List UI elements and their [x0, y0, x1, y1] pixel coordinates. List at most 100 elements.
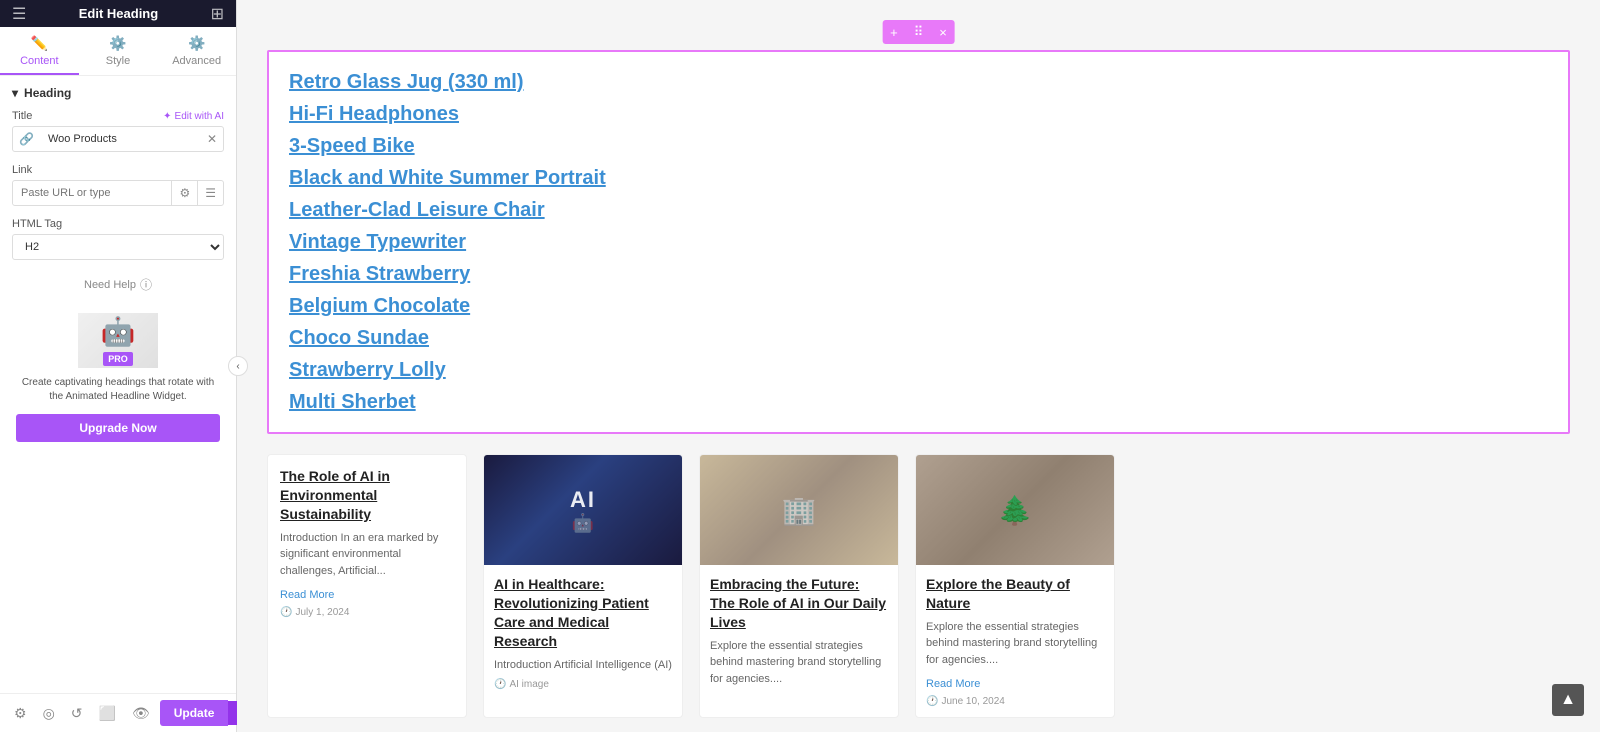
html-tag-label: HTML Tag: [12, 218, 224, 230]
tab-advanced-label: Advanced: [172, 55, 221, 67]
blog-card-2-excerpt: Explore the essential strategies behind …: [710, 638, 888, 688]
heading-link-1[interactable]: Hi-Fi Headphones: [289, 100, 1548, 128]
heading-link-4[interactable]: Leather-Clad Leisure Chair: [289, 196, 1548, 224]
promo-mascot: 🤖: [101, 315, 136, 348]
heading-link-0[interactable]: Retro Glass Jug (330 ml): [289, 68, 1548, 96]
tab-advanced[interactable]: ⚙️ Advanced: [157, 27, 236, 75]
blog-card-1-excerpt: Introduction Artificial Intelligence (AI…: [494, 657, 672, 674]
link-input-wrapper: ⚙ ☰: [12, 180, 224, 206]
tab-content[interactable]: ✏️ Content: [0, 27, 79, 75]
settings-tool-btn[interactable]: ⚙: [8, 701, 33, 726]
title-field-label: Title ✦ Edit with AI: [12, 110, 224, 122]
blog-card-0-date: 🕐 July 1, 2024: [280, 607, 454, 618]
woo-icon: 🔗: [13, 127, 40, 151]
title-clear-btn[interactable]: ✕: [201, 128, 223, 150]
pro-badge: PRO: [103, 352, 133, 366]
panel-logo: ☰: [12, 4, 26, 24]
html-tag-select-row: H1 H2 H3 H4 H5 H6 div span p: [12, 234, 224, 260]
scroll-top-button[interactable]: ▲: [1552, 684, 1584, 716]
html-tag-label-text: HTML Tag: [12, 218, 62, 230]
heading-link-7[interactable]: Belgium Chocolate: [289, 292, 1548, 320]
edit-with-ai-label: Edit with AI: [175, 111, 224, 122]
blog-card-3-image: 🌲: [916, 455, 1114, 565]
main-canvas: + ⠿ × Retro Glass Jug (330 ml) Hi-Fi Hea…: [237, 0, 1600, 732]
blog-card-3-excerpt: Explore the essential strategies behind …: [926, 619, 1104, 669]
widget-move-btn[interactable]: ⠿: [906, 20, 932, 44]
clock-icon-0: 🕐: [280, 607, 292, 618]
tab-style-label: Style: [106, 55, 130, 67]
blog-card-0-read-more[interactable]: Read More: [280, 589, 334, 601]
blog-card-1: AI 🤖 AI in Healthcare: Revolutionizing P…: [483, 454, 683, 718]
blog-card-3: 🌲 Explore the Beauty of Nature Explore t…: [915, 454, 1115, 718]
blog-card-3-title[interactable]: Explore the Beauty of Nature: [926, 575, 1104, 613]
blog-card-2-image: 🏢: [700, 455, 898, 565]
promo-box: 🤖 PRO Create captivating headings that r…: [12, 305, 224, 454]
blog-card-0: The Role of AI in Environmental Sustaina…: [267, 454, 467, 718]
link-field-label: Link: [12, 164, 224, 176]
widget-close-btn[interactable]: ×: [931, 21, 955, 44]
heading-links-list: Retro Glass Jug (330 ml) Hi-Fi Headphone…: [289, 68, 1548, 416]
blog-card-2-body: Embracing the Future: The Role of AI in …: [700, 565, 898, 703]
link-settings-btn[interactable]: ⚙: [171, 181, 197, 205]
blog-cards-section: The Role of AI in Environmental Sustaina…: [267, 454, 1570, 718]
need-help-text: Need Help: [84, 279, 136, 291]
promo-description: Create captivating headings that rotate …: [16, 376, 220, 404]
heading-link-8[interactable]: Choco Sundae: [289, 324, 1548, 352]
title-label-text: Title: [12, 110, 32, 122]
clock-icon-1: 🕐: [494, 679, 506, 690]
update-button[interactable]: Update: [160, 700, 229, 726]
history-tool-btn[interactable]: ↺: [65, 701, 89, 726]
link-label-text: Link: [12, 164, 32, 176]
blog-card-1-body: AI in Healthcare: Revolutionizing Patien…: [484, 565, 682, 700]
title-field-row: Title ✦ Edit with AI 🔗 ✕: [12, 110, 224, 152]
heading-link-2[interactable]: 3-Speed Bike: [289, 132, 1548, 160]
heading-link-5[interactable]: Vintage Typewriter: [289, 228, 1548, 256]
advanced-icon: ⚙️: [188, 35, 205, 52]
heading-link-6[interactable]: Freshia Strawberry: [289, 260, 1548, 288]
link-input[interactable]: [13, 182, 171, 204]
preview-tool-btn[interactable]: 👁: [126, 701, 156, 726]
blog-card-0-body: The Role of AI in Environmental Sustaina…: [268, 455, 466, 630]
title-input[interactable]: [40, 128, 201, 150]
ai-icon: ✦: [163, 111, 171, 122]
upgrade-now-button[interactable]: Upgrade Now: [16, 414, 220, 442]
link-input-buttons: ⚙ ☰: [171, 181, 223, 205]
style-icon: ⚙️: [109, 35, 126, 52]
bottom-toolbar: ⚙ ◎ ↺ ⬜ 👁 Update ▲: [0, 693, 236, 732]
left-panel: ☰ Edit Heading ⊞ ✏️ Content ⚙️ Style ⚙️ …: [0, 0, 237, 732]
link-external-btn[interactable]: ☰: [197, 181, 223, 205]
blog-card-3-read-more[interactable]: Read More: [926, 678, 980, 690]
responsive-tool-btn[interactable]: ⬜: [93, 701, 122, 726]
blog-card-2-title[interactable]: Embracing the Future: The Role of AI in …: [710, 575, 888, 632]
link-field-row: Link ⚙ ☰: [12, 164, 224, 206]
blog-card-3-body: Explore the Beauty of Nature Explore the…: [916, 565, 1114, 717]
panel-title: Edit Heading: [79, 6, 158, 21]
heading-link-10[interactable]: Multi Sherbet: [289, 388, 1548, 416]
help-icon[interactable]: ⓘ: [140, 276, 152, 293]
heading-link-9[interactable]: Strawberry Lolly: [289, 356, 1548, 384]
heading-link-3[interactable]: Black and White Summer Portrait: [289, 164, 1548, 192]
edit-with-ai-btn[interactable]: ✦ Edit with AI: [163, 111, 224, 122]
layers-tool-btn[interactable]: ◎: [37, 701, 61, 726]
panel-grid-icon: ⊞: [211, 4, 224, 24]
content-icon: ✏️: [31, 35, 48, 52]
clock-icon-3: 🕐: [926, 696, 938, 707]
widget-add-btn[interactable]: +: [882, 21, 906, 44]
blog-card-3-date: 🕐 June 10, 2024: [926, 696, 1104, 707]
html-tag-select[interactable]: H1 H2 H3 H4 H5 H6 div span p: [12, 234, 224, 260]
blog-card-1-date: 🕐 AI image: [494, 679, 672, 690]
blog-card-0-excerpt: Introduction In an era marked by signifi…: [280, 530, 454, 580]
blog-card-1-title[interactable]: AI in Healthcare: Revolutionizing Patien…: [494, 575, 672, 651]
blog-card-2: 🏢 Embracing the Future: The Role of AI i…: [699, 454, 899, 718]
title-input-wrapper: 🔗 ✕: [12, 126, 224, 152]
heading-widget: Retro Glass Jug (330 ml) Hi-Fi Headphone…: [267, 50, 1570, 434]
blog-card-1-image: AI 🤖: [484, 455, 682, 565]
blog-card-0-title[interactable]: The Role of AI in Environmental Sustaina…: [280, 467, 454, 524]
collapse-panel-btn[interactable]: ‹: [228, 356, 248, 376]
panel-header: ☰ Edit Heading ⊞: [0, 0, 236, 27]
tab-content-label: Content: [20, 55, 59, 67]
tab-style[interactable]: ⚙️ Style: [79, 27, 158, 75]
widget-toolbar: + ⠿ ×: [882, 20, 955, 44]
panel-tabs: ✏️ Content ⚙️ Style ⚙️ Advanced: [0, 27, 236, 76]
heading-widget-container: + ⠿ × Retro Glass Jug (330 ml) Hi-Fi Hea…: [267, 50, 1570, 434]
